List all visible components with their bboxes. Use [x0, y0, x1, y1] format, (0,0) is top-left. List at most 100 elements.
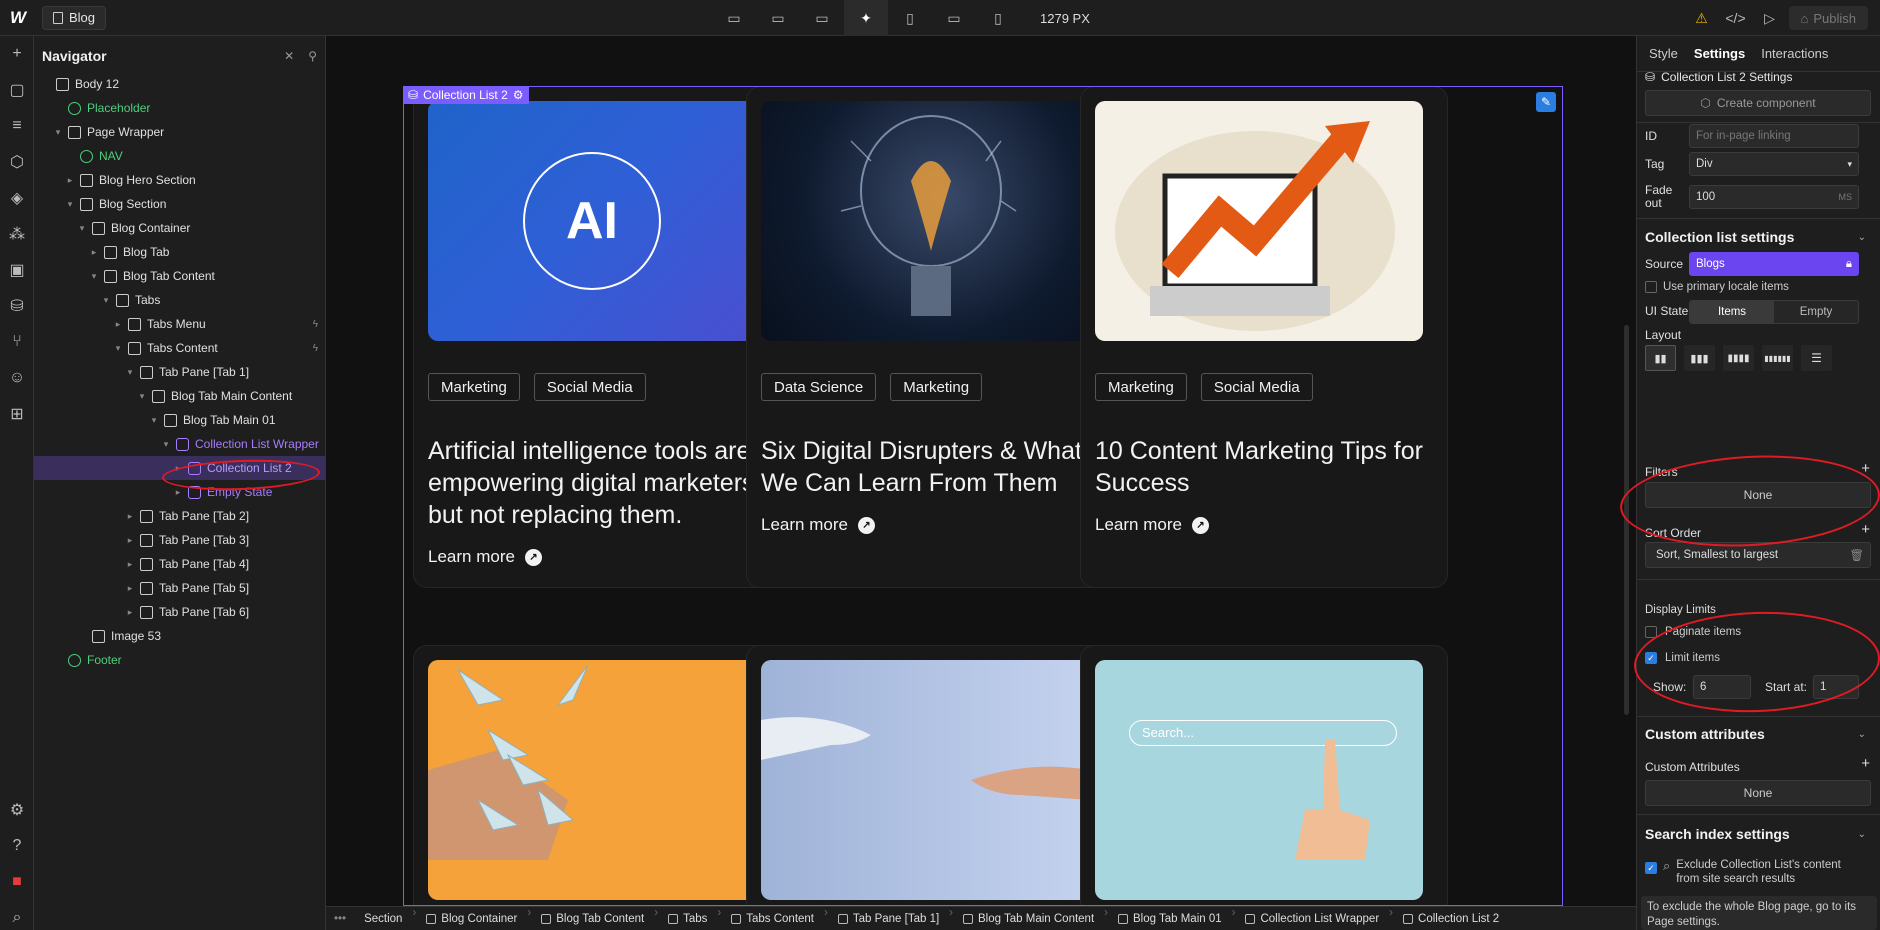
show-count-input[interactable]: 6	[1693, 675, 1751, 699]
card-title[interactable]: Artificial intelligence tools are empowe…	[428, 435, 768, 531]
source-select[interactable]: Blogs 🔒︎	[1689, 252, 1859, 276]
variables-icon[interactable]: ◈	[0, 180, 34, 216]
chevron-right-icon[interactable]: ▸	[112, 319, 124, 330]
navigator-item[interactable]: ▾ Page Wrapper	[34, 120, 326, 144]
search-index-heading[interactable]: Search index settings	[1645, 826, 1790, 842]
card-title[interactable]: 10 Content Marketing Tips for Success	[1095, 435, 1435, 499]
breadcrumb-item[interactable]: Tabs Content	[721, 907, 824, 930]
paginate-row[interactable]: Paginate items	[1645, 626, 1741, 638]
breadcrumb-item[interactable]: Tabs	[658, 907, 717, 930]
chevron-down-icon[interactable]: ⌄	[1858, 729, 1866, 740]
navigator-item[interactable]: ▾ Tabs	[34, 288, 326, 312]
navigator-item[interactable]: ▸ Tabs Menu ϟ	[34, 312, 326, 336]
add-filter-icon[interactable]: +	[1861, 460, 1870, 477]
chevron-right-icon[interactable]: ▸	[124, 511, 136, 522]
navigator-item[interactable]: Placeholder	[34, 96, 326, 120]
card-image-growth-chart[interactable]	[1095, 101, 1423, 341]
navigator-item[interactable]: ▸ Tab Pane [Tab 5]	[34, 576, 326, 600]
navigator-item[interactable]: ▾ Collection List Wrapper	[34, 432, 326, 456]
card-image-lightbulb[interactable]	[761, 101, 1089, 341]
chevron-right-icon[interactable]: ▸	[124, 559, 136, 570]
start-at-input[interactable]: 1	[1813, 675, 1859, 699]
breadcrumb-item[interactable]: Collection List Wrapper	[1235, 907, 1389, 930]
primary-locale-checkbox[interactable]	[1645, 281, 1657, 293]
chevron-right-icon[interactable]: ▸	[64, 175, 76, 186]
more-icon[interactable]: •••	[326, 913, 354, 925]
category-tag[interactable]: Social Media	[1200, 373, 1313, 401]
primary-locale-checkbox-row[interactable]: Use primary locale items	[1645, 281, 1789, 293]
chevron-down-icon[interactable]: ▾	[64, 199, 76, 210]
navigator-item[interactable]: ▾ Blog Tab Main Content	[34, 384, 326, 408]
chevron-down-icon[interactable]: ▾	[148, 415, 160, 426]
fade-out-field[interactable]: 100 MS	[1689, 185, 1859, 209]
category-tag[interactable]: Data Science	[761, 373, 877, 401]
chevron-right-icon[interactable]: ▸	[124, 535, 136, 546]
chevron-down-icon[interactable]: ▾	[76, 223, 88, 234]
navigator-item[interactable]: ▸ Blog Hero Section	[34, 168, 326, 192]
preview-play-icon[interactable]: ▷	[1755, 3, 1785, 33]
publish-button[interactable]: ⌂ Publish	[1788, 6, 1868, 30]
layout-6-columns-icon[interactable]: ▮▮▮▮▮▮	[1762, 345, 1793, 371]
learn-more-link[interactable]: Learn more ↗	[761, 515, 875, 535]
breadcrumb-item[interactable]: Blog Tab Main Content	[953, 907, 1104, 930]
category-tag[interactable]: Marketing	[890, 373, 983, 401]
category-tag[interactable]: Social Media	[533, 373, 646, 401]
users-icon[interactable]: ☺	[0, 360, 34, 396]
chevron-down-icon[interactable]: ▾	[100, 295, 112, 306]
navigator-item[interactable]: ▸ Collection List 2	[34, 456, 326, 480]
navigator-item[interactable]: ▸ Tab Pane [Tab 3]	[34, 528, 326, 552]
chevron-right-icon[interactable]: ▸	[124, 607, 136, 618]
collection-list-tag[interactable]: ⛁ Collection List 2 ⚙	[403, 86, 529, 104]
breadcrumb-item[interactable]: Tab Pane [Tab 1]	[828, 907, 949, 930]
chevron-down-icon[interactable]: ▾	[52, 127, 64, 138]
blog-card[interactable]: Search...	[1080, 645, 1448, 906]
ui-state-items-button[interactable]: Items	[1690, 301, 1774, 323]
mobile-landscape-icon[interactable]: ▭	[932, 0, 976, 36]
custom-attributes-heading[interactable]: Custom attributes	[1645, 726, 1765, 742]
pages-icon[interactable]: ▢	[0, 72, 34, 108]
breadcrumb-item[interactable]: Blog Tab Main 01	[1108, 907, 1232, 930]
pin-icon[interactable]: ⚲	[308, 49, 317, 63]
limit-items-row[interactable]: ✓ Limit items	[1645, 652, 1720, 664]
paginate-checkbox[interactable]	[1645, 626, 1657, 638]
navigator-item[interactable]: ▾ Blog Tab Main 01	[34, 408, 326, 432]
tab-style[interactable]: Style	[1641, 36, 1686, 72]
layout-2-columns-icon[interactable]: ▮▮	[1645, 345, 1676, 371]
limit-items-checkbox[interactable]: ✓	[1645, 652, 1657, 664]
learn-more-link[interactable]: Learn more ↗	[1095, 515, 1209, 535]
card-image-paper-planes[interactable]	[428, 660, 756, 900]
tablet-icon[interactable]: ▯	[888, 0, 932, 36]
layout-3-columns-icon[interactable]: ▮▮▮	[1684, 345, 1715, 371]
blog-card[interactable]: Marketing Social Media 10 Content Marketin…	[1080, 86, 1448, 588]
breadcrumb-item[interactable]: Collection List 2	[1393, 907, 1509, 930]
gear-icon[interactable]: ⚙	[513, 88, 524, 102]
assets-icon[interactable]: ▣	[0, 252, 34, 288]
navigator-item[interactable]: ▾ Tabs Content ϟ	[34, 336, 326, 360]
chevron-down-icon[interactable]: ▾	[160, 439, 172, 450]
custom-attributes-list[interactable]: None	[1645, 780, 1871, 806]
blog-card[interactable]: AI Marketing Social Media Artificial intell…	[413, 86, 781, 588]
breadcrumb-item[interactable]: Blog Container	[416, 907, 527, 930]
navigator-item[interactable]: ▾ Tab Pane [Tab 1]	[34, 360, 326, 384]
collection-list-settings-heading[interactable]: Collection list settings	[1645, 229, 1794, 245]
breadcrumb-item[interactable]: Section	[354, 907, 412, 930]
blog-card[interactable]	[746, 645, 1114, 906]
blog-card[interactable]	[413, 645, 781, 906]
card-image-robot-hand[interactable]	[761, 660, 1089, 900]
learn-more-link[interactable]: Learn more ↗	[428, 547, 542, 567]
cms-icon[interactable]: ⛁	[0, 288, 34, 324]
logic-icon[interactable]: ⑂	[0, 324, 34, 360]
desktop-large-icon[interactable]: ▭	[756, 0, 800, 36]
settings-gear-icon[interactable]: ⚙	[0, 792, 34, 828]
navigator-icon[interactable]: ≡	[0, 108, 34, 144]
category-tag[interactable]: Marketing	[1095, 373, 1187, 401]
collapse-icon[interactable]: ✕	[284, 49, 294, 63]
desktop-xl-icon[interactable]: ▭	[712, 0, 756, 36]
canvas-width-readout[interactable]: 1279 PX	[1040, 11, 1090, 26]
canvas-scrollbar[interactable]	[1624, 325, 1629, 715]
trash-icon[interactable]: 🗑︎	[1849, 548, 1864, 562]
exclude-search-row[interactable]: ✓ ⌕ Exclude Collection List's content fr…	[1645, 858, 1856, 886]
desktop-icon[interactable]: ▭	[800, 0, 844, 36]
chevron-down-icon[interactable]: ▾	[112, 343, 124, 354]
card-image-ai[interactable]: AI	[428, 101, 756, 341]
